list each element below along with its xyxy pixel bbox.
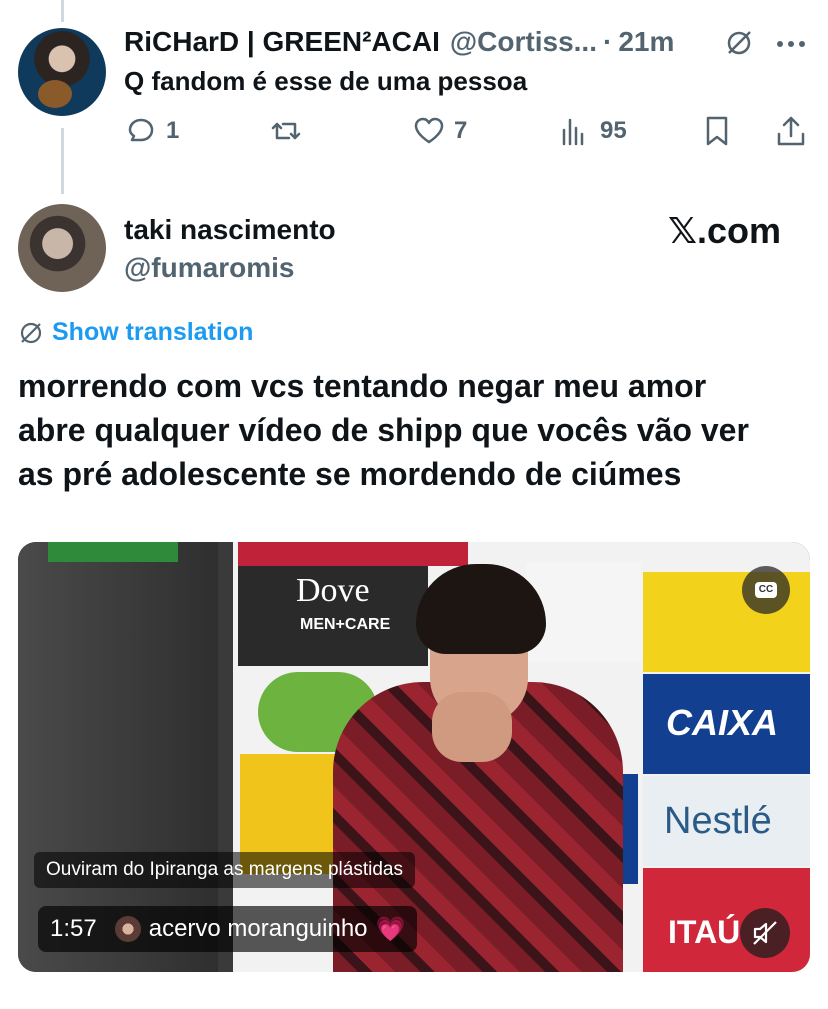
channel-name: acervo moranguinho [148,915,368,942]
repost-icon [271,122,301,140]
reply-bubble-icon [128,118,154,142]
thread-connector-top [61,0,64,22]
cc-icon: CC [755,582,777,598]
views-button[interactable]: 95 [558,114,627,148]
main-tweet-text: morrendo com vcs tentando negar meu amor… [18,364,818,496]
reply-button[interactable]: 1 [124,114,179,148]
sponsor-logo-caixa: CAIXA [666,702,779,743]
video-player[interactable]: Dove MEN+CARE CAIXA Nestlé ITAÚ CC Ouvir… [18,542,810,972]
grok-icon[interactable] [724,28,754,58]
share-icon [777,116,805,146]
video-caption: Ouviram do Ipiranga as margens plástidas [34,852,415,888]
singer-hands-microphone [432,692,512,762]
tweet-text-line: abre qualquer vídeo de shipp que vocês v… [18,412,749,448]
mute-button[interactable] [740,908,790,958]
x-com-watermark: 𝕏.com [668,210,782,251]
show-translation-label: Show translation [52,318,254,346]
closed-captions-button[interactable]: CC [742,566,790,614]
share-button[interactable] [774,114,808,148]
video-background-banner [48,542,178,562]
avatar-dog-detail [38,80,72,108]
reply-author-name[interactable]: RiCHarD | GREEN²ACAI [124,26,440,58]
bar-chart-icon [562,118,584,146]
main-author-avatar[interactable] [18,204,106,292]
reply-timestamp[interactable]: 21m [618,26,674,58]
reply-action-bar: 1 7 95 [124,114,814,154]
view-count: 95 [600,117,627,144]
header-separator: · [602,26,613,57]
tweet-text-line: as pré adolescente se mordendo de ciúmes [18,456,682,492]
tweet-text-line: morrendo com vcs tentando negar meu amor [18,368,707,404]
like-button[interactable]: 7 [412,114,467,148]
bookmark-icon [706,116,728,146]
speaker-muted-icon [753,921,777,945]
reply-count: 1 [166,117,180,144]
repost-button[interactable] [269,114,303,148]
video-duration: 1:57 [50,915,97,942]
reply-author-handle[interactable]: @Cortiss... [450,26,597,58]
like-count: 7 [454,117,468,144]
show-translation-link[interactable]: Show translation [18,318,253,347]
bookmark-button[interactable] [700,114,734,148]
sponsor-logo-itau: ITAÚ [668,914,741,950]
heart-icon [414,117,444,144]
pink-heart-emoji: 💗 [375,915,406,943]
sponsor-banner-red [238,542,468,566]
more-dots-icon[interactable] [776,40,806,48]
channel-avatar [114,916,141,942]
main-author-name[interactable]: taki nascimento [124,214,336,246]
main-author-handle[interactable]: @fumaromis [124,252,294,284]
reply-header: RiCHarD | GREEN²ACAI @Cortiss... · 21m [124,26,674,58]
sponsor-logo-men-care: MEN+CARE [300,616,391,633]
reply-tweet-text: Q fandom é esse de uma pessoa [124,66,528,96]
sponsor-logo-dove: Dove [296,572,370,609]
video-info-pill[interactable]: 1:57 acervo moranguinho 💗 [38,906,418,952]
thread-connector-bottom [61,128,64,194]
translate-icon [20,322,42,343]
reply-author-avatar[interactable] [18,28,106,116]
sponsor-logo-nestle: Nestlé [664,800,772,842]
